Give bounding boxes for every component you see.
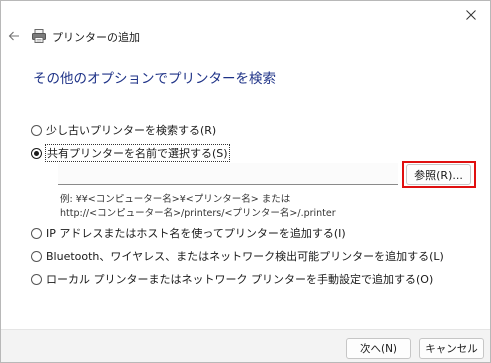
option-label: ローカル プリンターまたはネットワーク プリンターを手動設定で追加する(O) xyxy=(46,273,434,286)
printer-icon xyxy=(32,29,46,43)
option-ip-address[interactable]: IP アドレスまたはホスト名を使ってプリンターを追加する(I) xyxy=(31,225,346,241)
option-bluetooth-wireless[interactable]: Bluetooth、ワイヤレス、またはネットワーク検出可能プリンターを追加する(… xyxy=(31,248,444,264)
window-title: プリンターの追加 xyxy=(52,31,140,44)
title-bar: プリンターの追加 xyxy=(1,1,490,44)
radio-older-printer[interactable] xyxy=(31,124,42,136)
shared-printer-name-input[interactable] xyxy=(58,163,398,185)
radio-shared-printer[interactable] xyxy=(31,147,42,159)
dialog-footer xyxy=(1,329,490,362)
option-label: 少し古いプリンターを検索する(R) xyxy=(46,124,217,137)
close-button[interactable] xyxy=(456,3,486,27)
option-shared-printer[interactable]: 共有プリンターを名前で選択する(S) xyxy=(31,144,230,162)
cancel-button[interactable]: キャンセル xyxy=(419,338,484,359)
option-label: IP アドレスまたはホスト名を使ってプリンターを追加する(I) xyxy=(46,227,346,240)
radio-local-manual[interactable] xyxy=(31,273,42,285)
close-icon xyxy=(466,10,476,20)
radio-bluetooth-wireless[interactable] xyxy=(31,250,42,262)
browse-button[interactable]: 参照(R)... xyxy=(406,164,471,185)
option-older-printer[interactable]: 少し古いプリンターを検索する(R) xyxy=(31,122,216,138)
back-button[interactable] xyxy=(5,27,23,45)
option-label: Bluetooth、ワイヤレス、またはネットワーク検出可能プリンターを追加する(… xyxy=(46,250,444,263)
radio-ip-address[interactable] xyxy=(31,227,42,239)
option-local-manual[interactable]: ローカル プリンターまたはネットワーク プリンターを手動設定で追加する(O) xyxy=(31,271,433,287)
example-hint-line: http://<コンピューター名>/printers/<プリンター名>/.pri… xyxy=(60,208,336,219)
option-label: 共有プリンターを名前で選択する(S) xyxy=(45,144,230,162)
next-button[interactable]: 次へ(N) xyxy=(346,338,411,359)
back-arrow-icon xyxy=(8,31,19,41)
example-hint-line: 例: ¥¥<コンピューター名>¥<プリンター名> または xyxy=(60,194,291,205)
add-printer-dialog: プリンターの追加 その他のオプションでプリンターを検索 少し古いプリンターを検索… xyxy=(0,0,491,363)
page-heading: その他のオプションでプリンターを検索 xyxy=(33,71,276,87)
